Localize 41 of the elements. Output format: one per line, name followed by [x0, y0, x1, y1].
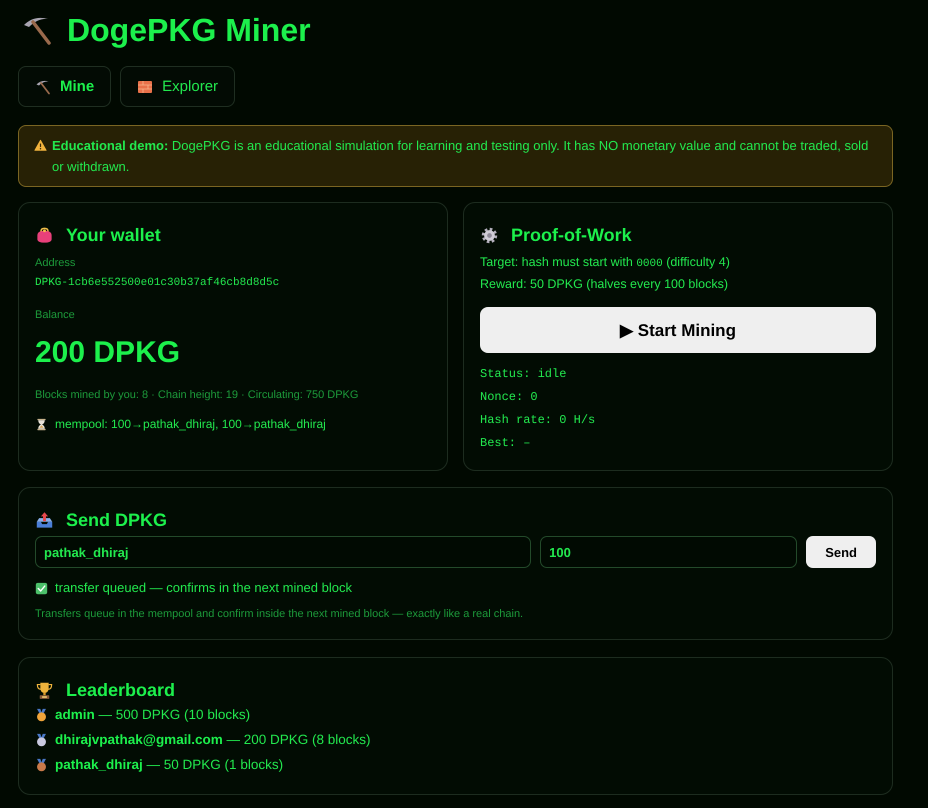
gear-icon [480, 226, 499, 244]
wallet-address: DPKG-1cb6e552500e01c30b37af46cb8d8d5c [35, 276, 280, 291]
target-text: Target: hash must start with 0000 (difficulty 4) [480, 254, 731, 272]
pickaxe-icon [35, 78, 51, 94]
hint-text: Transfers queue in the mempool and confirm inside the next mined block — exactly like a real chain. [35, 607, 524, 621]
brick-wall-icon [137, 78, 154, 94]
leaderboard-entry: admin — 500 DPKG (10 blocks) [55, 706, 250, 724]
recipient-field[interactable]: pathak_dhiraj [35, 536, 532, 568]
card-title: Proof-of-Work [511, 224, 632, 247]
status-line: Status: idle [480, 366, 568, 383]
send-button[interactable]: Send [806, 536, 876, 568]
nav-tab[interactable]: Explorer [120, 66, 236, 107]
balance-amount: 200 DPKG [35, 335, 182, 371]
leaderboard-entry: dhirajvpathak@gmail.com — 200 DPKG (8 blocks) [55, 731, 371, 749]
status-line: Nonce: 0 [480, 389, 539, 406]
card-title: Your wallet [66, 224, 161, 247]
nav-tab[interactable]: Mine [18, 66, 112, 107]
reward-text: Reward: 50 DPKG (halves every 100 blocks) [480, 276, 730, 293]
card-title: Send DPKG [66, 509, 168, 532]
medal-icon [35, 708, 48, 722]
purse-icon [35, 226, 54, 244]
app-title: DogePKG Miner [67, 12, 311, 48]
medal-icon [35, 732, 48, 746]
notice-text: Educational demo: DogePKG is an educational simulation for learning and testing only. It has NO monetary value and cannot be traded, sold or withdrawn. [52, 137, 870, 176]
outbox-tray-icon [35, 510, 54, 530]
start-mining-button[interactable]: ▶ Start Mining [480, 307, 876, 353]
mempool-text: mempool: 100→pathak_dhiraj, 100→pathak_dhiraj [55, 416, 326, 433]
status-line: Hash rate: 0 H/s [480, 412, 596, 429]
medal-icon [35, 758, 48, 772]
hourglass-icon [35, 418, 48, 430]
wallet-stats: Blocks mined by you: 8 · Chain height: 19 · Circulating: 750 DPKG [35, 388, 360, 403]
card-title: Leaderboard [66, 679, 176, 702]
field-label: Balance [35, 308, 76, 323]
field-label: Address [35, 256, 76, 271]
leaderboard-entry: pathak_dhiraj — 50 DPKG (1 blocks) [55, 756, 284, 774]
amount-field[interactable]: 100 [540, 536, 798, 568]
check-mark-icon [35, 582, 48, 594]
confirmation-text: transfer queued — confirms in the next mined block [55, 579, 352, 597]
trophy-icon [35, 680, 54, 700]
status-line: Best: – [480, 435, 532, 452]
warning-icon [34, 139, 47, 152]
